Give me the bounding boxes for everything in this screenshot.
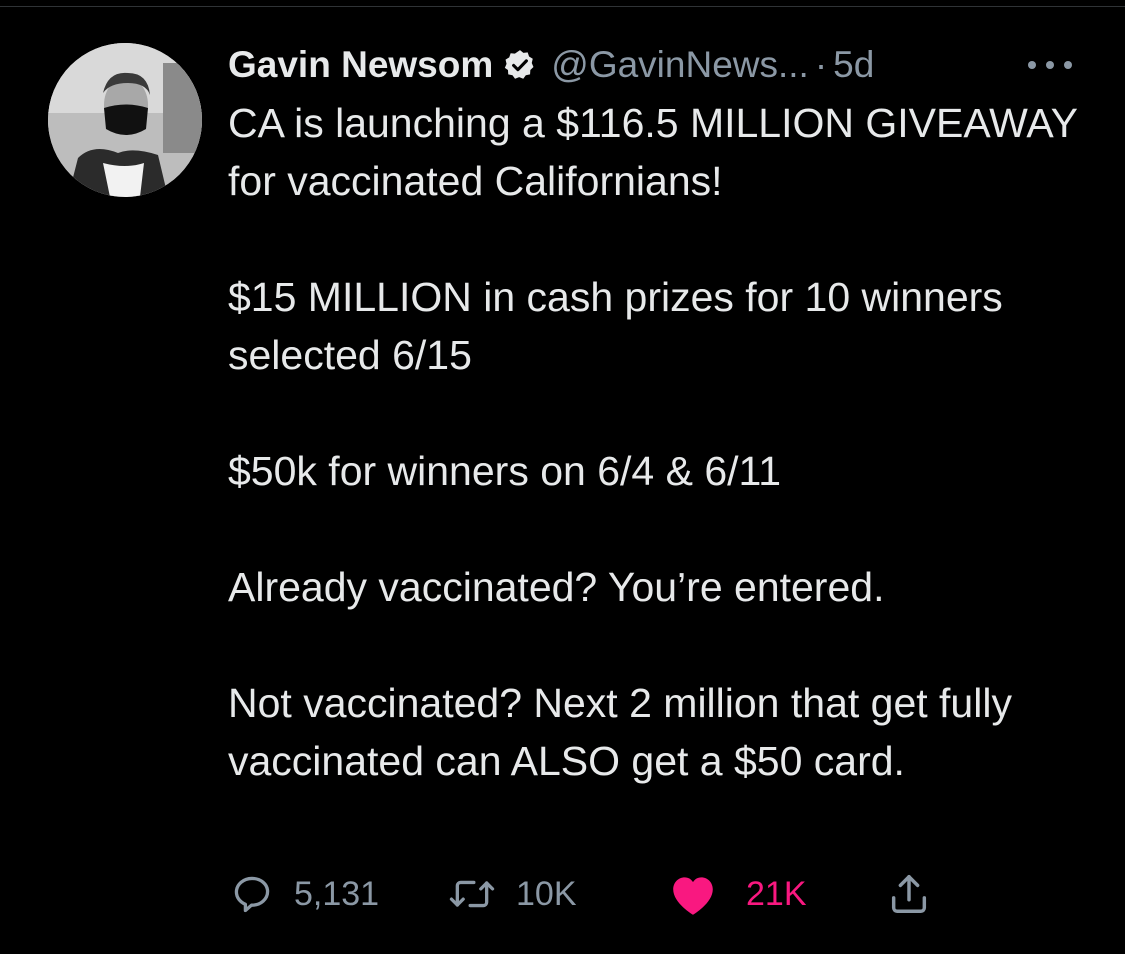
like-button[interactable]: 21K xyxy=(668,866,807,922)
tweet-actions: 5,131 10K 21K xyxy=(0,866,1125,922)
separator-dot: · xyxy=(814,44,828,85)
tweet-paragraph: CA is launching a $116.5 MILLION GIVEAWA… xyxy=(228,100,1078,204)
avatar[interactable] xyxy=(48,43,202,197)
like-count: 21K xyxy=(746,874,807,913)
share-icon xyxy=(891,875,927,913)
verified-badge-icon xyxy=(503,48,537,82)
top-divider xyxy=(0,0,1125,7)
retweet-count: 10K xyxy=(516,874,577,913)
ellipsis-dot xyxy=(1064,61,1072,69)
retweet-button[interactable]: 10K xyxy=(448,866,577,922)
retweet-icon xyxy=(449,880,495,908)
author-display-name[interactable]: Gavin Newsom xyxy=(228,44,493,86)
ellipsis-dot xyxy=(1028,61,1036,69)
tweet-paragraph: $50k for winners on 6/4 & 6/11 xyxy=(228,448,782,494)
tweet-text: CA is launching a $116.5 MILLION GIVEAWA… xyxy=(228,94,1088,790)
ellipsis-icon[interactable] xyxy=(1028,58,1072,72)
tweet-paragraph: $15 MILLION in cash prizes for 10 winner… xyxy=(228,274,1003,378)
tweet-header: Gavin Newsom @GavinNews... · 5d xyxy=(228,38,874,92)
reply-button[interactable]: 5,131 xyxy=(230,866,379,922)
ellipsis-dot xyxy=(1046,61,1054,69)
share-button[interactable] xyxy=(886,866,932,922)
author-handle[interactable]: @GavinNews... xyxy=(551,44,809,86)
tweet-paragraph: Already vaccinated? You’re entered. xyxy=(228,564,885,610)
reply-count: 5,131 xyxy=(294,874,380,913)
reply-icon xyxy=(234,876,270,913)
tweet-paragraph: Not vaccinated? Next 2 million that get … xyxy=(228,680,1012,784)
profile-photo-icon xyxy=(48,43,202,197)
heart-icon xyxy=(673,877,713,915)
tweet-timestamp[interactable]: 5d xyxy=(833,44,874,86)
